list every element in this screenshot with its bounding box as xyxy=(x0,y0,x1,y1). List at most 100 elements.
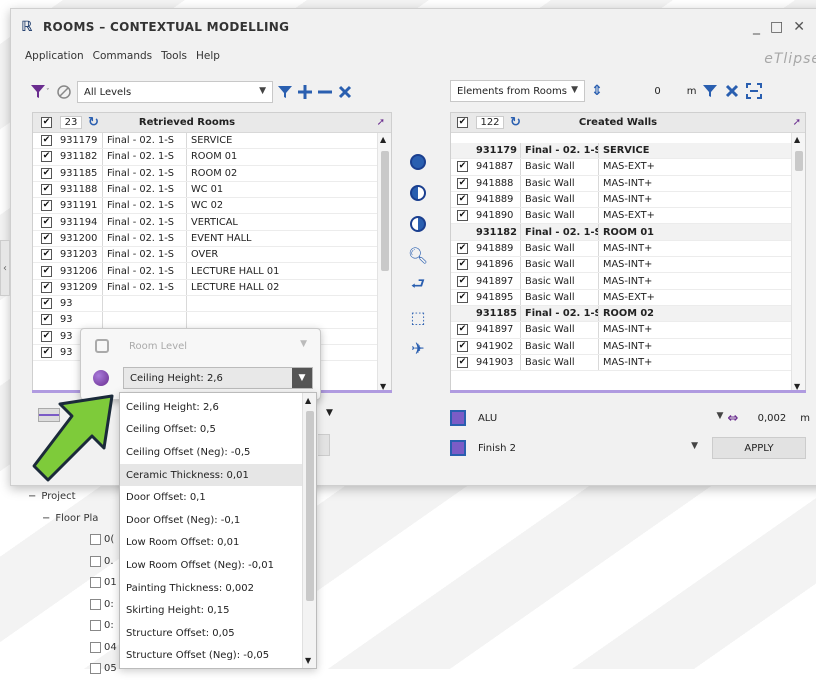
funnel-icon[interactable] xyxy=(702,83,718,99)
add-icon[interactable] xyxy=(297,84,313,100)
dropdown-option[interactable]: Low Room Offset (Neg): -0,01 xyxy=(120,554,316,577)
cursor-icon[interactable]: ➚ xyxy=(377,117,385,128)
cursor-icon[interactable]: ➚ xyxy=(793,117,801,128)
right-half-circle-icon[interactable] xyxy=(408,214,428,234)
row-checkbox[interactable]: ✔ xyxy=(457,259,468,271)
table-row[interactable]: ✔ 941897 Basic Wall MAS-INT+ xyxy=(451,273,805,290)
table-row[interactable]: ✔ 931194 Final - 02. 1-S VERTICAL xyxy=(33,214,391,231)
row-checkbox[interactable]: ✔ xyxy=(457,340,468,352)
dropdown-scroll-thumb[interactable] xyxy=(306,411,314,601)
menu-help[interactable]: Help xyxy=(196,50,220,62)
fit-icon[interactable] xyxy=(746,83,763,99)
dropdown-option[interactable]: Painting Thickness: 0,002 xyxy=(120,577,316,600)
table-row[interactable]: ✔ 931206 Final - 02. 1-S LECTURE HALL 01 xyxy=(33,263,391,280)
table-row[interactable]: ✔ 941896 Basic Wall MAS-INT+ xyxy=(451,257,805,274)
thickness-value[interactable]: 0,002 xyxy=(744,413,787,424)
row-checkbox[interactable]: ✔ xyxy=(41,281,52,293)
tree-node-plan[interactable]: 04 xyxy=(28,637,117,659)
row-checkbox[interactable]: ✔ xyxy=(41,200,52,212)
funnel-icon[interactable] xyxy=(277,84,293,100)
dropdown-option[interactable]: Structure Offset: 0,05 xyxy=(120,622,316,645)
walls-scroll-thumb[interactable] xyxy=(795,151,803,171)
pick-icon[interactable]: ✈︎ xyxy=(408,338,428,358)
table-row[interactable]: ✔ 93 xyxy=(33,312,391,329)
menu-tools[interactable]: Tools xyxy=(161,50,187,62)
width-icon[interactable]: ⇔ xyxy=(727,411,738,426)
minimize-button[interactable]: _ xyxy=(753,19,760,35)
table-row[interactable]: ✔ 931209 Final - 02. 1-S LECTURE HALL 02 xyxy=(33,279,391,296)
menu-application[interactable]: Application xyxy=(25,50,84,62)
row-checkbox[interactable]: ✔ xyxy=(41,167,52,179)
row-checkbox[interactable]: ✔ xyxy=(457,291,468,303)
row-checkbox[interactable]: ✔ xyxy=(41,347,52,358)
remove-icon[interactable] xyxy=(317,84,333,100)
finish-icon[interactable] xyxy=(450,440,466,456)
row-checkbox[interactable]: ✔ xyxy=(41,151,52,163)
scroll-up-icon[interactable]: ▲ xyxy=(380,135,386,144)
filter-icon[interactable]: ˇ xyxy=(29,82,51,102)
return-arrow-icon[interactable]: ⮐ xyxy=(408,274,428,296)
dropdown-option[interactable]: Ceiling Offset: 0,5 xyxy=(120,419,316,442)
zoom-icon[interactable]: 🔍︎ xyxy=(408,245,428,265)
row-checkbox[interactable]: ✔ xyxy=(41,314,52,326)
close-x-icon[interactable] xyxy=(337,84,353,100)
table-row[interactable]: ✔ 941890 Basic Wall MAS-EXT+ xyxy=(451,208,805,225)
collapse-icon[interactable]: − xyxy=(42,513,50,524)
tree-node-plan[interactable]: 0. xyxy=(28,551,117,573)
row-checkbox[interactable]: ✔ xyxy=(457,324,468,336)
row-checkbox[interactable]: ✔ xyxy=(457,210,468,222)
row-checkbox[interactable]: ✔ xyxy=(41,330,52,342)
table-row[interactable]: ✔ 931203 Final - 02. 1-S OVER xyxy=(33,247,391,264)
table-row[interactable]: ✔ 931179 Final - 02. 1-S SERVICE xyxy=(33,133,391,150)
collapse-left-button[interactable]: ‹ xyxy=(0,240,10,296)
clear-filter-x-icon[interactable] xyxy=(724,83,740,99)
row-checkbox[interactable]: ✔ xyxy=(41,232,52,244)
row-checkbox[interactable]: ✔ xyxy=(41,249,52,261)
table-row[interactable]: ✔ 93 xyxy=(33,295,391,313)
scroll-down-icon[interactable]: ▼ xyxy=(305,656,311,665)
row-checkbox[interactable]: ✔ xyxy=(457,357,468,368)
row-checkbox[interactable]: ✔ xyxy=(41,135,52,147)
select-box-icon[interactable]: ⬚ xyxy=(408,307,428,327)
scroll-up-icon[interactable]: ▲ xyxy=(794,135,800,144)
row-checkbox[interactable]: ✔ xyxy=(457,161,468,173)
close-button[interactable]: ✕ xyxy=(793,19,805,35)
maximize-button[interactable]: □ xyxy=(770,19,783,35)
dropdown-option[interactable]: Ceramic Thickness: 0,01 xyxy=(120,463,316,487)
table-row[interactable]: ✔ 941903 Basic Wall MAS-INT+ xyxy=(451,354,805,372)
tree-node-plan[interactable]: 0( xyxy=(28,529,117,551)
menu-commands[interactable]: Commands xyxy=(93,50,152,62)
select-all-walls-checkbox[interactable]: ✔ xyxy=(457,117,468,128)
select-all-checkbox[interactable]: ✔ xyxy=(41,117,52,128)
tree-node-plan[interactable]: 0: xyxy=(28,594,117,616)
material-icon[interactable] xyxy=(450,410,466,426)
tree-node-plan[interactable]: 0: xyxy=(28,615,117,637)
room-level-select[interactable]: Room Level ▼ xyxy=(123,335,313,357)
scroll-up-icon[interactable]: ▲ xyxy=(305,396,311,405)
row-checkbox[interactable]: ✔ xyxy=(41,298,52,310)
left-apply-button[interactable] xyxy=(318,434,330,456)
row-checkbox[interactable]: ✔ xyxy=(457,275,468,287)
table-row[interactable]: ✔ 941889 Basic Wall MAS-INT+ xyxy=(451,191,805,209)
table-row[interactable]: ✔ 931185 Final - 02. 1-S ROOM 02 xyxy=(33,165,391,182)
level-filter-select[interactable]: All Levels ▼ xyxy=(77,81,273,103)
walls-scrollbar[interactable]: ▲ ▼ xyxy=(791,133,805,391)
tree-node-floor[interactable]: − Floor Pla xyxy=(28,508,117,530)
parameter-select[interactable]: Ceiling Height: 2,6 ▼ xyxy=(123,367,313,389)
dropdown-option[interactable]: Skirting Height: 0,15 xyxy=(120,599,316,622)
left-half-circle-icon[interactable] xyxy=(408,183,428,203)
row-checkbox[interactable]: ✔ xyxy=(457,194,468,206)
row-checkbox[interactable]: ✔ xyxy=(457,242,468,254)
lock-icon[interactable] xyxy=(95,339,109,353)
table-row[interactable]: ✔ 941902 Basic Wall MAS-INT+ xyxy=(451,338,805,355)
table-row[interactable]: ✔ 941897 Basic Wall MAS-INT+ xyxy=(451,322,805,339)
vertical-offset-icon[interactable]: ⇕ xyxy=(591,83,603,99)
collapse-icon[interactable]: − xyxy=(28,491,36,502)
tree-node-plan[interactable]: 01 xyxy=(28,572,117,594)
dropdown-option[interactable]: Door Offset: 0,1 xyxy=(120,486,316,509)
dropdown-option[interactable]: Ceiling Offset (Neg): -0,5 xyxy=(120,441,316,464)
table-row[interactable]: ✔ 941895 Basic Wall MAS-EXT+ xyxy=(451,289,805,306)
rooms-scrollbar[interactable]: ▲ ▼ xyxy=(377,133,391,391)
refresh-icon[interactable]: ↻ xyxy=(88,115,99,130)
material-select[interactable]: ALU ▼ xyxy=(472,407,723,429)
